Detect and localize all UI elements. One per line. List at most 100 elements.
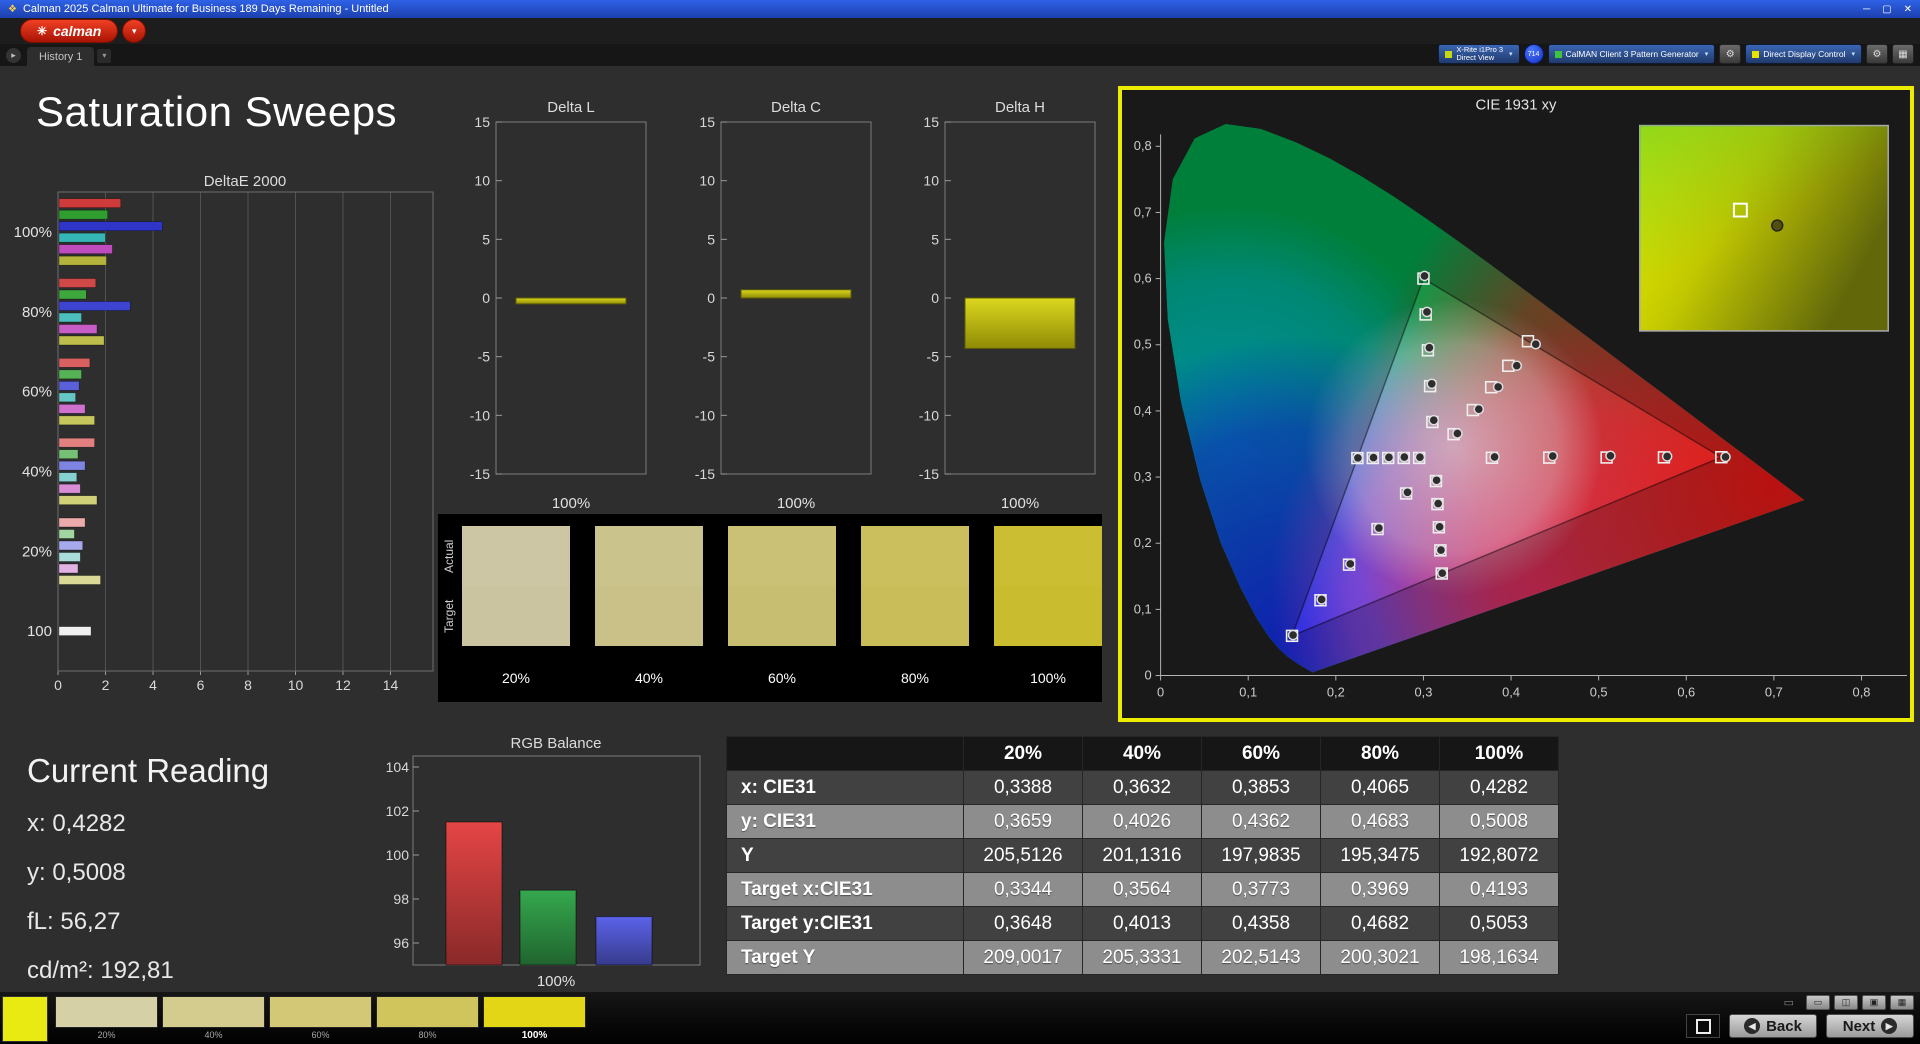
meter-selector[interactable]: X-Rite i1Pro 3 Direct View ▾	[1438, 44, 1520, 64]
table-cell: 0,4362	[1201, 804, 1321, 839]
svg-text:-5: -5	[478, 349, 491, 365]
utility-button-2[interactable]: ◫	[1834, 995, 1858, 1010]
table-cell: 0,3648	[963, 906, 1083, 941]
patch-label: 40%	[204, 1030, 223, 1040]
svg-text:6: 6	[197, 677, 205, 693]
svg-text:40%: 40%	[22, 463, 52, 480]
table-cell: 0,3344	[963, 872, 1083, 907]
layout-grid-icon[interactable]: ▦	[1892, 44, 1914, 64]
next-button[interactable]: Next ▶	[1826, 1014, 1914, 1038]
actual-color	[462, 526, 570, 586]
table-header	[726, 736, 964, 771]
patch-swatch-100%[interactable]: 100%	[483, 996, 586, 1041]
row-label: Target Y	[726, 940, 964, 975]
calman-logo-button[interactable]: ✳ calman	[20, 19, 119, 43]
table-header: 80%	[1320, 736, 1440, 771]
meter-badge[interactable]: 714	[1523, 44, 1544, 64]
monitor-icon: ▭	[1783, 997, 1794, 1009]
maximize-button[interactable]: ▢	[1882, 4, 1891, 15]
utility-button-4[interactable]: ▦	[1890, 995, 1914, 1010]
svg-text:102: 102	[386, 803, 410, 819]
saturation-swatch-60%: 60%	[728, 526, 836, 686]
back-label: Back	[1766, 1017, 1802, 1035]
saturation-swatch-20%: 20%	[462, 526, 570, 686]
display-settings-gear-icon[interactable]: ⚙	[1866, 44, 1888, 64]
table-cell: 0,4282	[1439, 770, 1559, 805]
patch-swatch-60%[interactable]: 60%	[269, 996, 372, 1040]
table-cell: 0,4065	[1320, 770, 1440, 805]
swatch-label: 20%	[501, 670, 531, 686]
saturation-swatch-40%: 40%	[595, 526, 703, 686]
delta-c-chart: Delta C 15 10 5 0 -5 -10 -15 100%	[673, 96, 883, 526]
swatch-label: 100%	[1030, 670, 1066, 686]
display-control-selector[interactable]: Direct Display Control ▾	[1745, 44, 1862, 64]
tab-dropdown-icon[interactable]: ▾	[97, 49, 112, 63]
close-button[interactable]: ✕	[1904, 4, 1912, 15]
current-reading-title: Current Reading	[27, 752, 270, 789]
current-patch-swatch	[2, 996, 48, 1042]
svg-text:100%: 100%	[14, 224, 52, 241]
actual-target-swatch-panel: Actual Target 20% 40% 60% 80% 100%	[438, 514, 1102, 702]
patch-color	[55, 996, 158, 1028]
row-label: x: CIE31	[726, 770, 964, 805]
table-cell: 192,8072	[1439, 838, 1559, 873]
reading-y: y: 0,5008	[27, 859, 126, 886]
svg-text:8: 8	[244, 677, 252, 693]
svg-text:CIE 1931 xy: CIE 1931 xy	[1476, 98, 1557, 114]
table-cell: 0,4358	[1201, 906, 1321, 941]
back-button[interactable]: ◀ Back	[1729, 1014, 1817, 1038]
svg-text:-10: -10	[470, 407, 490, 423]
svg-text:0: 0	[931, 290, 939, 306]
actual-color	[994, 526, 1102, 586]
tab-history-1[interactable]: History 1	[27, 47, 95, 66]
pattern-generator-selector[interactable]: CalMAN Client 3 Pattern Generator ▾	[1547, 44, 1716, 64]
svg-text:10: 10	[923, 173, 939, 189]
svg-text:10: 10	[288, 677, 304, 693]
svg-text:0,6: 0,6	[1677, 684, 1695, 699]
patch-label: 100%	[521, 1030, 548, 1041]
svg-text:15: 15	[923, 114, 939, 130]
svg-text:20%: 20%	[22, 543, 52, 560]
svg-text:0,3: 0,3	[1134, 469, 1152, 484]
svg-text:0: 0	[1157, 684, 1164, 699]
target-color	[994, 586, 1102, 646]
svg-text:100: 100	[386, 847, 410, 863]
table-row: Target y:CIE31 0,3648 0,4013 0,4358 0,4682 0,…	[726, 906, 1559, 941]
target-color	[728, 586, 836, 646]
table-cell: 0,4682	[1320, 906, 1440, 941]
table-cell: 0,4013	[1082, 906, 1202, 941]
table-cell: 0,3632	[1082, 770, 1202, 805]
table-cell: 201,1316	[1082, 838, 1202, 873]
chevron-down-icon: ▾	[1509, 51, 1513, 58]
delta-h-chart: Delta H 15 10 5 0 -5 -10 -15 100%	[897, 96, 1107, 526]
table-cell: 0,3659	[963, 804, 1083, 839]
patch-color	[376, 996, 479, 1028]
table-cell: 205,5126	[963, 838, 1083, 873]
target-color	[462, 586, 570, 646]
utility-button-3[interactable]: ▣	[1862, 995, 1886, 1010]
svg-text:100%: 100%	[777, 495, 815, 512]
logo-menu-chevron-icon[interactable]: ▾	[122, 19, 147, 43]
svg-text:0,8: 0,8	[1134, 138, 1152, 153]
svg-text:5: 5	[931, 231, 939, 247]
pattern-settings-gear-icon[interactable]: ⚙	[1719, 44, 1742, 64]
patch-swatch-40%[interactable]: 40%	[162, 996, 265, 1040]
patch-swatch-20%[interactable]: 20%	[55, 996, 158, 1040]
stop-button[interactable]	[1686, 1014, 1720, 1038]
table-row: Target x:CIE31 0,3344 0,3564 0,3773 0,3969 0,…	[726, 872, 1559, 907]
nav-button-row: ◀ Back Next ▶	[1686, 1014, 1914, 1038]
table-cell: 0,3388	[963, 770, 1083, 805]
tab-nav-forward-button[interactable]: ▸	[6, 48, 21, 63]
svg-text:2: 2	[102, 677, 110, 693]
svg-text:10: 10	[474, 173, 490, 189]
svg-text:96: 96	[393, 935, 409, 951]
svg-text:Delta L: Delta L	[547, 99, 595, 116]
svg-text:5: 5	[482, 231, 490, 247]
chevron-down-icon: ▾	[1704, 51, 1709, 58]
patch-swatch-80%[interactable]: 80%	[376, 996, 479, 1040]
svg-text:0: 0	[482, 290, 490, 306]
svg-text:14: 14	[383, 677, 399, 693]
row-label: y: CIE31	[726, 804, 964, 839]
utility-button-1[interactable]: ▭	[1806, 995, 1830, 1010]
minimize-button[interactable]: ─	[1863, 4, 1870, 15]
